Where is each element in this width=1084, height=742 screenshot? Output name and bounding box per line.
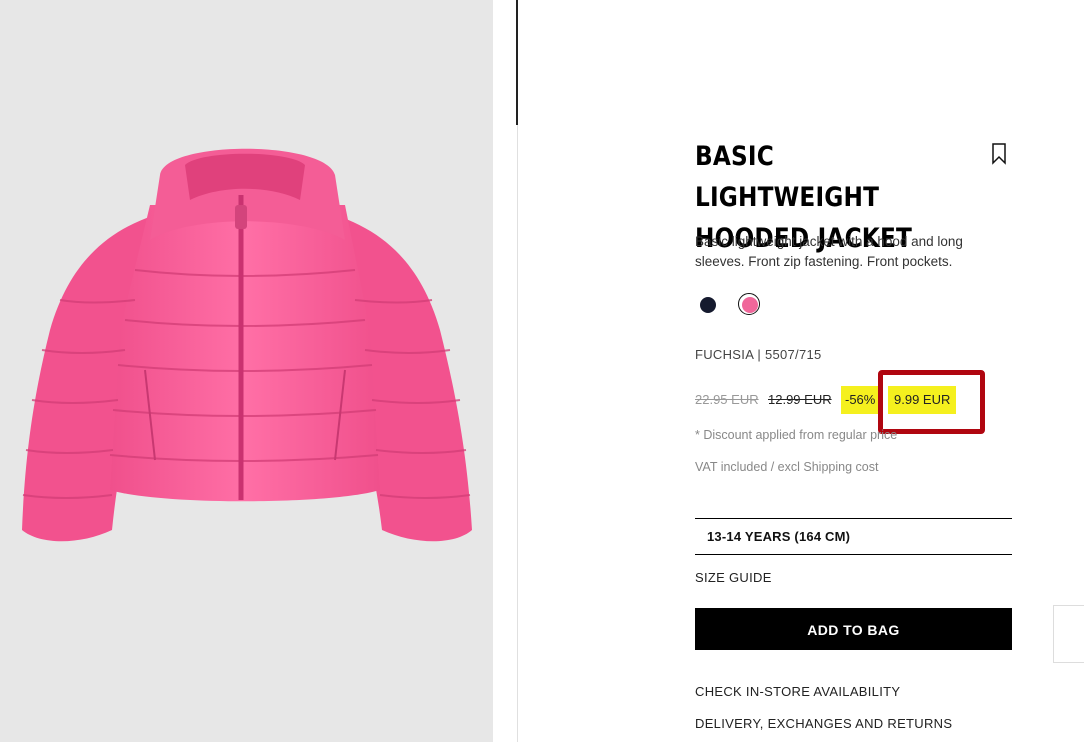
side-panel-tab[interactable] <box>1053 605 1084 663</box>
color-code: FUCHSIA | 5507/715 <box>695 347 822 362</box>
vat-note: VAT included / excl Shipping cost <box>695 460 879 474</box>
product-description: Basic lightweight jacket with a hood and… <box>695 232 995 272</box>
description-line1: Basic lightweight jacket with a hood and… <box>695 234 963 249</box>
pane-divider <box>517 125 518 742</box>
annotation-highlight-box <box>878 370 985 434</box>
previous-price: 12.99 EUR <box>768 392 832 407</box>
color-swatch-navy[interactable] <box>700 297 716 313</box>
delivery-returns-link[interactable]: DELIVERY, EXCHANGES AND RETURNS <box>695 716 952 731</box>
product-title-line1: BASIC LIGHTWEIGHT <box>695 141 880 213</box>
check-store-availability-link[interactable]: CHECK IN-STORE AVAILABILITY <box>695 684 900 699</box>
color-swatch-fuchsia[interactable] <box>742 297 758 313</box>
description-line2: sleeves. Front zip fastening. Front pock… <box>695 254 953 269</box>
size-guide-link[interactable]: SIZE GUIDE <box>695 570 772 585</box>
discount-note: * Discount applied from regular price <box>695 428 898 442</box>
product-image[interactable] <box>0 0 493 742</box>
add-to-bag-button[interactable]: ADD TO BAG <box>695 608 1012 650</box>
jacket-illustration <box>22 148 472 542</box>
selected-size: 13-14 YEARS (164 CM) <box>707 529 851 544</box>
bookmark-icon[interactable] <box>990 142 1008 166</box>
size-selector[interactable]: 13-14 YEARS (164 CM) <box>695 518 1012 555</box>
original-price: 22.95 EUR <box>695 392 759 407</box>
discount-badge: -56% <box>841 386 880 414</box>
scroll-indicator[interactable] <box>516 0 518 125</box>
